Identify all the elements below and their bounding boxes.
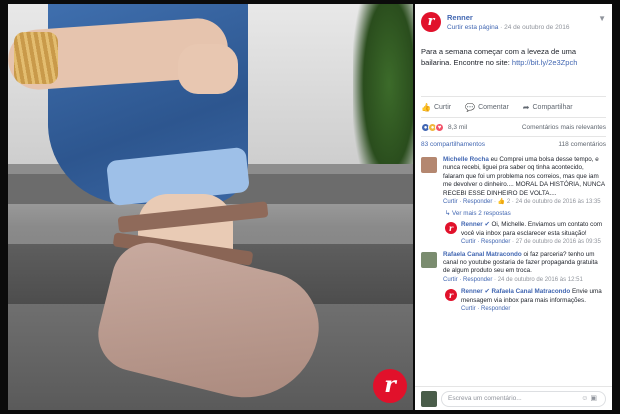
post-actions: 👍 Curtir 💬 Comentar ➦ Compartilhar	[421, 96, 606, 118]
comment-reply-actions[interactable]: Curtir · Responder	[443, 199, 492, 205]
reply-arrow-icon: ↳	[445, 210, 451, 218]
comment-item: Michelle Rocha eu Comprei uma bolsa dess…	[421, 156, 606, 206]
viewer-frame: r r Renner Curtir esta página · 24 de ou…	[0, 0, 620, 414]
comment-reply-actions[interactable]: Curtir · Responder	[461, 306, 510, 312]
post-text: Para a semana começar com a leveza de um…	[415, 38, 612, 96]
commenter-name[interactable]: Renner	[461, 221, 483, 228]
comments-count: 118 comentários	[558, 141, 606, 148]
stats-bar: 83 compartilhamentos 118 comentários	[421, 136, 606, 152]
comment-footer: Curtir · Responder · 24 de outubro de 20…	[443, 276, 583, 283]
comment-placeholder: Escreva um comentário...	[448, 394, 522, 402]
comment-date[interactable]: 24 de outubro de 2016 às 12:51	[498, 277, 583, 283]
comment-date[interactable]: 27 de outubro de 2016 às 09:35	[516, 239, 601, 245]
chevron-down-icon[interactable]: ▼	[598, 14, 606, 23]
page-avatar[interactable]: r	[421, 12, 441, 32]
thumbs-up-icon: 👍	[421, 102, 431, 112]
love-reaction-icon: ♥	[435, 122, 444, 132]
comment-footer: Curtir · Responder · 👍 2 · 24 de outubro…	[443, 199, 601, 206]
post-header: r Renner Curtir esta página · 24 de outu…	[415, 4, 612, 38]
verified-icon: ✔	[484, 221, 490, 229]
reactions-bar: ● ● ♥ 8,3 mil Comentários mais relevante…	[421, 118, 606, 136]
shares-count[interactable]: 83 compartilhamentos	[421, 141, 485, 148]
comment-date[interactable]: 24 de outubro de 2016 às 13:35	[516, 199, 601, 205]
comment-icon: 💬	[465, 102, 476, 112]
comment-like-count: 2	[506, 199, 511, 206]
reactions-summary[interactable]: ● ● ♥ 8,3 mil	[421, 122, 468, 132]
like-page-link[interactable]: Curtir esta página	[447, 24, 498, 31]
photo-bracelet	[14, 32, 58, 84]
comment-item: Rafaela Canal Matracondo oi faz parceria…	[421, 251, 606, 285]
post-meta: Curtir esta página · 24 de outubro de 20…	[447, 24, 570, 31]
comment-label: Comentar	[478, 103, 509, 111]
renner-logo: r	[373, 369, 407, 403]
sort-comments-dropdown[interactable]: Comentários mais relevantes	[522, 124, 606, 131]
reply-item: r Renner ✔ Rafaela Canal Matracondo Envi…	[421, 288, 606, 313]
photo-hand	[178, 44, 238, 94]
commenter-name[interactable]: Rafaela Canal Matracondo	[443, 251, 522, 258]
share-label: Compartilhar	[532, 103, 573, 111]
share-button[interactable]: ➦ Compartilhar	[523, 103, 573, 112]
thumbs-up-icon: 👍	[497, 199, 506, 206]
reply-item: r Renner ✔ Oi, Michelle. Enviamos um con…	[421, 221, 606, 246]
post-date[interactable]: 24 de outubro de 2016	[504, 24, 569, 31]
user-avatar	[421, 390, 437, 407]
post-side-panel: r Renner Curtir esta página · 24 de outu…	[415, 4, 612, 410]
comment-reply-actions[interactable]: Curtir · Responder	[461, 239, 510, 245]
view-more-label: Ver mais 2 respostas	[452, 210, 511, 218]
view-more-replies[interactable]: ↳ Ver mais 2 respostas	[421, 210, 606, 217]
like-button[interactable]: 👍 Curtir	[421, 103, 451, 112]
comment-text: Oi, Michelle. Enviamos um contato com vo…	[461, 221, 603, 237]
mentioned-user[interactable]: Rafaela Canal Matracondo	[491, 288, 570, 295]
post-photo[interactable]: r	[8, 4, 413, 410]
reactions-count: 8,3 mil	[448, 123, 468, 131]
page-name[interactable]: Renner	[447, 13, 473, 22]
comment-button[interactable]: 💬 Comentar	[465, 103, 509, 112]
comment-footer: Curtir · Responder · 27 de outubro de 20…	[461, 239, 601, 246]
verified-icon: ✔	[484, 288, 490, 296]
commenter-name[interactable]: Michelle Rocha	[443, 156, 489, 163]
comment-composer: Escreva um comentário... ☺▣	[415, 386, 612, 410]
comment-reply-actions[interactable]: Curtir · Responder	[443, 277, 492, 283]
emoji-photo-icons[interactable]: ☺▣	[581, 392, 599, 406]
like-label: Curtir	[433, 103, 452, 111]
comment-footer: Curtir · Responder	[461, 305, 606, 313]
comments-list: Michelle Rocha eu Comprei uma bolsa dess…	[415, 152, 612, 314]
commenter-avatar[interactable]	[421, 157, 437, 173]
renner-reply-avatar[interactable]: r	[445, 289, 457, 302]
comment-input[interactable]: Escreva um comentário... ☺▣	[441, 390, 606, 407]
commenter-name[interactable]: Renner	[461, 288, 483, 295]
share-icon: ➦	[522, 102, 530, 112]
renner-reply-avatar[interactable]: r	[445, 222, 457, 235]
post-link[interactable]: http://bit.ly/2e3Zpch	[512, 58, 577, 67]
commenter-avatar[interactable]	[421, 251, 437, 268]
